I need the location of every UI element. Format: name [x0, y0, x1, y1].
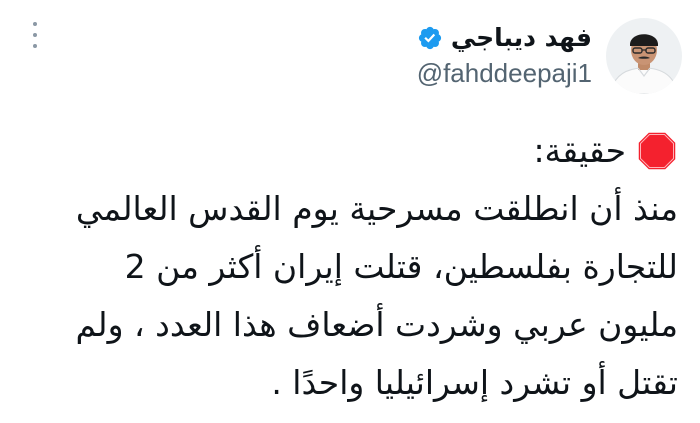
avatar[interactable] [606, 18, 682, 94]
tweet-line-2: منذ أن انطلقت مسرحية يوم القدس العالمي [75, 189, 678, 228]
avatar-image [606, 18, 682, 94]
more-options-button[interactable] [26, 22, 44, 48]
tweet-heading: حقيقة: [533, 131, 626, 170]
author-name-row[interactable]: فهد ديباجي [417, 23, 592, 52]
author-display-name[interactable]: فهد ديباجي [451, 23, 592, 52]
tweet-text: حقيقة: منذ أن انطلقت مسرحية يوم القدس ال… [18, 122, 678, 412]
more-dot [33, 22, 37, 26]
tweet-author-header: فهد ديباجي @fahddeepaji1 [417, 16, 682, 96]
more-dot [33, 33, 37, 37]
author-handle[interactable]: @fahddeepaji1 [417, 58, 592, 89]
stop-sign-icon [637, 131, 677, 171]
verified-badge-icon [418, 26, 441, 49]
more-dot [33, 44, 37, 48]
tweet-line-1: حقيقة: [18, 122, 678, 180]
author-names: فهد ديباجي @fahddeepaji1 [417, 23, 592, 89]
tweet-line-3: للتجارة بفلسطين، قتلت إيران أكثر من 2 [124, 247, 678, 286]
tweet-line-5: تقتل أو تشرد إسرائيليا واحدًا . [271, 363, 678, 402]
tweet-line-4: مليون عربي وشردت أضعاف هذا العدد ، ولم [75, 305, 678, 344]
